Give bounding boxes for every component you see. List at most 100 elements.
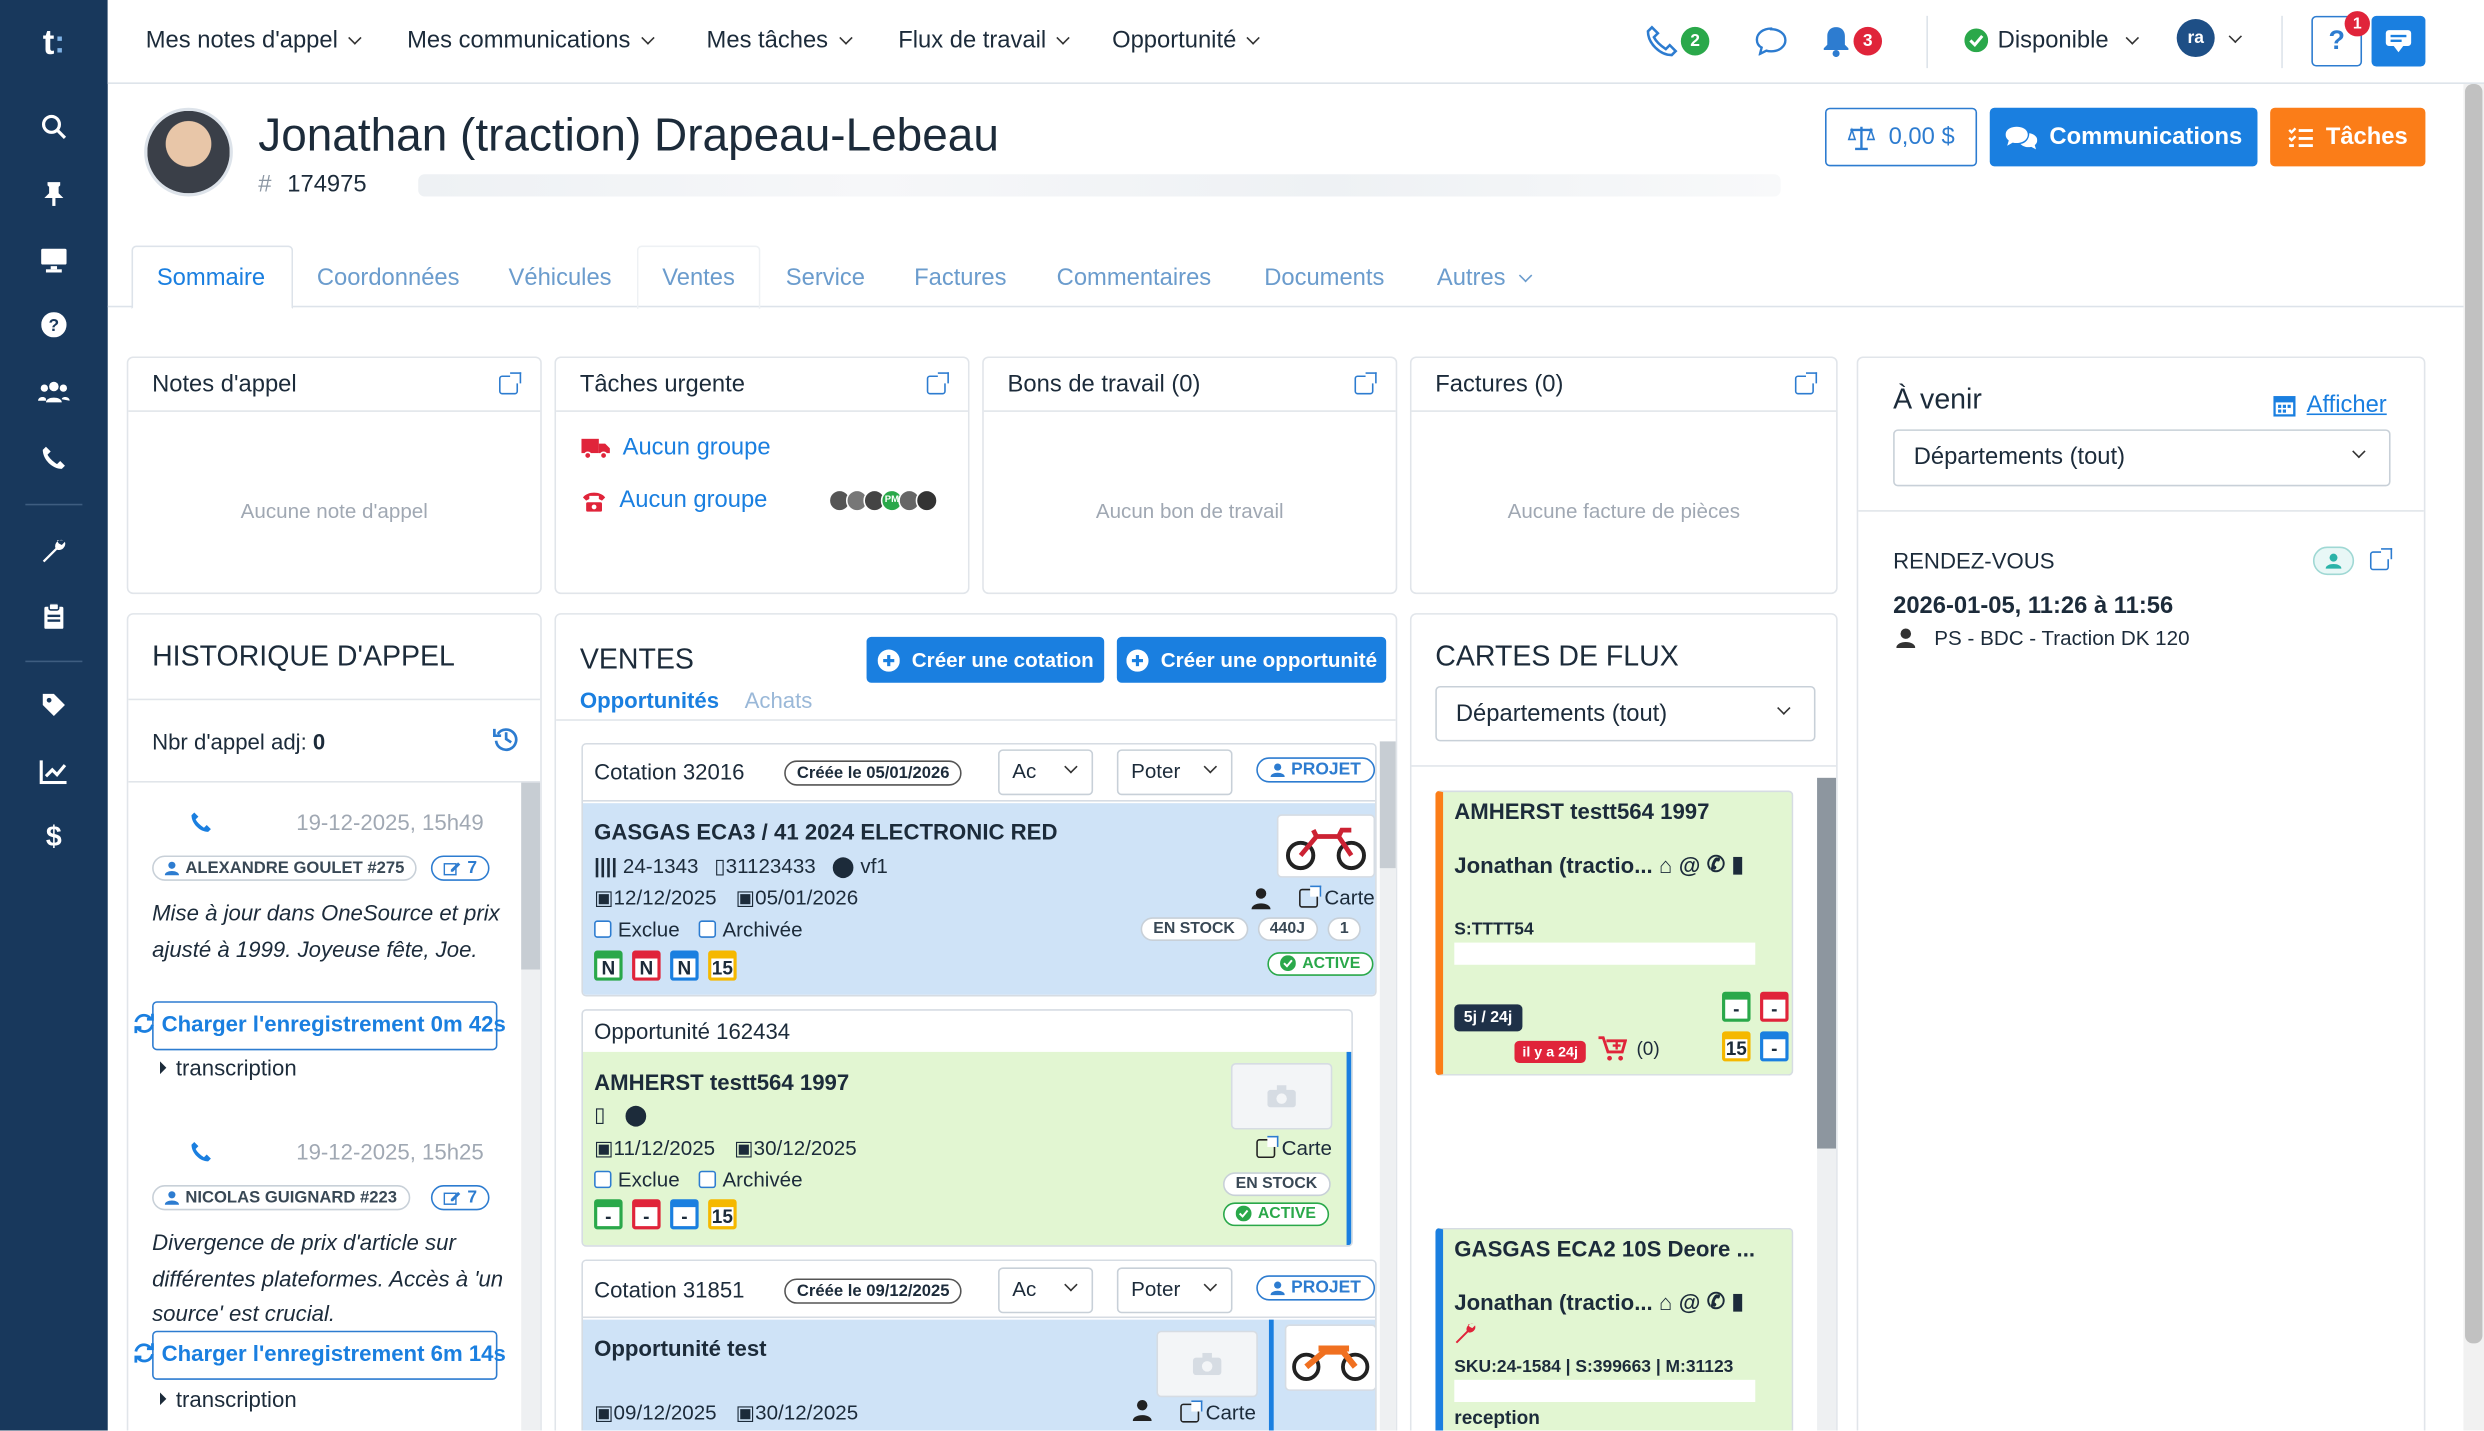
calendar-badge[interactable]: - xyxy=(632,1199,661,1230)
tasks-button[interactable]: Tâches xyxy=(2270,107,2426,167)
tab-purchases[interactable]: Achats xyxy=(745,688,813,713)
load-recording-button[interactable]: Charger l'enregistrement 6m 14s xyxy=(133,1340,506,1366)
divider xyxy=(1411,765,1837,767)
notifications-indicator[interactable]: 3 xyxy=(1822,25,1883,58)
cart-count[interactable]: (0) xyxy=(1598,1036,1660,1061)
nav-communications[interactable]: Mes communications xyxy=(407,27,655,54)
edit-count-chip[interactable]: 7 xyxy=(430,855,490,884)
bike-thumbnail[interactable] xyxy=(1276,814,1376,878)
tab-contact[interactable]: Coordonnées xyxy=(317,265,460,292)
calendar-badge[interactable]: - xyxy=(1760,1031,1789,1062)
quote-card[interactable]: Cotation 32016 Créée le 05/01/2026 Ac Po… xyxy=(581,742,1377,997)
department-select[interactable]: Départements (tout) xyxy=(1435,685,1816,742)
scrollbar-thumb[interactable] xyxy=(1379,741,1396,869)
dollar-icon[interactable]: $ xyxy=(35,817,73,855)
calls-indicator[interactable]: 2 xyxy=(1646,25,1710,57)
calendar-badge[interactable]: - xyxy=(670,1199,699,1230)
calendar-badge[interactable]: 15 xyxy=(708,950,737,981)
external-link-icon[interactable] xyxy=(1354,372,1377,395)
transcription-toggle[interactable]: transcription xyxy=(160,1055,297,1080)
calendar-badge[interactable]: - xyxy=(1760,991,1789,1022)
nav-opportunity[interactable]: Opportunité xyxy=(1112,27,1261,54)
pin-icon[interactable] xyxy=(35,174,73,212)
exclude-checkbox[interactable]: Exclue xyxy=(594,1168,680,1191)
card-link[interactable]: Carte xyxy=(1180,1399,1256,1424)
archived-checkbox[interactable]: Archivée xyxy=(698,1168,803,1191)
history-icon[interactable] xyxy=(493,726,520,761)
flux-card[interactable]: AMHERST testt564 1997 Jonathan (tractio.… xyxy=(1435,790,1794,1076)
nav-workflow[interactable]: Flux de travail xyxy=(898,27,1071,54)
tab-service[interactable]: Service xyxy=(786,265,865,292)
tab-summary[interactable]: Sommaire xyxy=(157,265,265,292)
calendar-badge[interactable]: 15 xyxy=(708,1199,737,1230)
card-link[interactable]: Carte xyxy=(1256,1135,1332,1160)
balance-button[interactable]: 0,00 $ xyxy=(1824,107,1978,167)
users-icon[interactable] xyxy=(35,372,73,410)
calendar-badge[interactable]: - xyxy=(1722,991,1751,1022)
wrench-icon[interactable] xyxy=(35,531,73,569)
edit-count-chip[interactable]: 7 xyxy=(430,1184,490,1214)
archived-checkbox[interactable]: Archivée xyxy=(698,917,803,941)
clipboard-icon[interactable] xyxy=(35,597,73,635)
external-link-icon[interactable] xyxy=(926,372,949,395)
person-filter-icon[interactable] xyxy=(2312,546,2355,576)
transcription-toggle[interactable]: transcription xyxy=(160,1386,297,1412)
status-dropdown[interactable]: Disponible xyxy=(1964,27,2140,54)
tab-vehicles[interactable]: Véhicules xyxy=(509,265,612,292)
scrollbar-thumb[interactable] xyxy=(1817,777,1837,1149)
calendar-badge[interactable]: - xyxy=(594,1199,623,1230)
potential-select[interactable]: Poter xyxy=(1116,1267,1233,1314)
monitor-icon[interactable] xyxy=(35,241,73,279)
calendar-badge[interactable]: N xyxy=(670,950,699,981)
opportunity-card[interactable]: Opportunité 162434 AMHERST testt564 1997… xyxy=(581,1009,1353,1247)
chart-icon[interactable] xyxy=(35,752,73,790)
create-quote-button[interactable]: Créer une cotation xyxy=(866,636,1105,683)
task-group-row[interactable]: Aucun groupe xyxy=(581,434,771,461)
calendar-badge[interactable]: 15 xyxy=(1722,1031,1751,1062)
tab-opportunities[interactable]: Opportunités xyxy=(580,688,719,713)
nav-call-notes[interactable]: Mes notes d'appel xyxy=(146,27,363,54)
scrollbar-thumb[interactable] xyxy=(521,782,541,970)
tab-documents[interactable]: Documents xyxy=(1264,265,1384,292)
bike-thumbnail[interactable] xyxy=(1284,1324,1376,1391)
external-link-icon[interactable] xyxy=(1794,372,1818,395)
help-button[interactable]: ? 1 xyxy=(2311,11,2370,67)
tab-others[interactable]: Autres xyxy=(1437,265,1533,291)
search-icon[interactable] xyxy=(35,108,73,146)
user-menu[interactable]: ra xyxy=(2176,19,2243,58)
calendar-badge[interactable]: N xyxy=(632,950,661,981)
chat-icon[interactable] xyxy=(1755,27,1787,63)
camera-placeholder-icon[interactable] xyxy=(1230,1062,1333,1130)
phone-icon[interactable] xyxy=(35,439,73,477)
agent-chip: ALEXANDRE GOULET #275 xyxy=(152,855,418,884)
tag-icon[interactable] xyxy=(35,686,73,724)
load-recording-button[interactable]: Charger l'enregistrement 0m 42s xyxy=(133,1011,506,1036)
status-select[interactable]: Ac xyxy=(998,749,1094,796)
camera-placeholder-icon[interactable] xyxy=(1156,1330,1258,1398)
department-select[interactable]: Départements (tout) xyxy=(1893,429,2391,487)
tab-sales[interactable]: Ventes xyxy=(662,265,735,292)
status-select[interactable]: Ac xyxy=(998,1267,1094,1314)
task-group-row[interactable]: Aucun groupe xyxy=(581,486,767,513)
external-link-icon[interactable] xyxy=(2369,548,2393,571)
card-link[interactable]: Carte xyxy=(1299,884,1375,909)
show-calendar-link[interactable]: Afficher xyxy=(2273,391,2387,418)
appointment-desc-row[interactable]: PS - BDC - Traction DK 120 xyxy=(1896,626,2190,650)
project-tag[interactable]: PROJET xyxy=(1256,757,1376,786)
potential-select[interactable]: Poter xyxy=(1116,749,1233,796)
page-scrollbar-thumb[interactable] xyxy=(2465,83,2483,1344)
flux-card[interactable]: GASGAS ECA2 10S Deore ... Jonathan (trac… xyxy=(1435,1227,1794,1431)
external-link-icon[interactable] xyxy=(499,372,522,395)
create-opportunity-button[interactable]: Créer une opportunité xyxy=(1116,636,1387,683)
tab-comments[interactable]: Commentaires xyxy=(1057,265,1212,292)
tab-invoices[interactable]: Factures xyxy=(914,265,1006,292)
help-icon[interactable]: ? xyxy=(35,306,73,344)
quote-card[interactable]: Cotation 31851 Créée le 09/12/2025 Ac Po… xyxy=(581,1259,1377,1431)
logo-icon[interactable]: t: xyxy=(35,22,73,62)
calendar-badge[interactable]: N xyxy=(594,950,623,981)
message-panel-button[interactable] xyxy=(2371,15,2426,67)
project-tag[interactable]: PROJET xyxy=(1256,1275,1376,1304)
nav-tasks[interactable]: Mes tâches xyxy=(707,27,853,54)
communications-button[interactable]: Communications xyxy=(1989,107,2258,167)
exclude-checkbox[interactable]: Exclue xyxy=(594,917,680,941)
